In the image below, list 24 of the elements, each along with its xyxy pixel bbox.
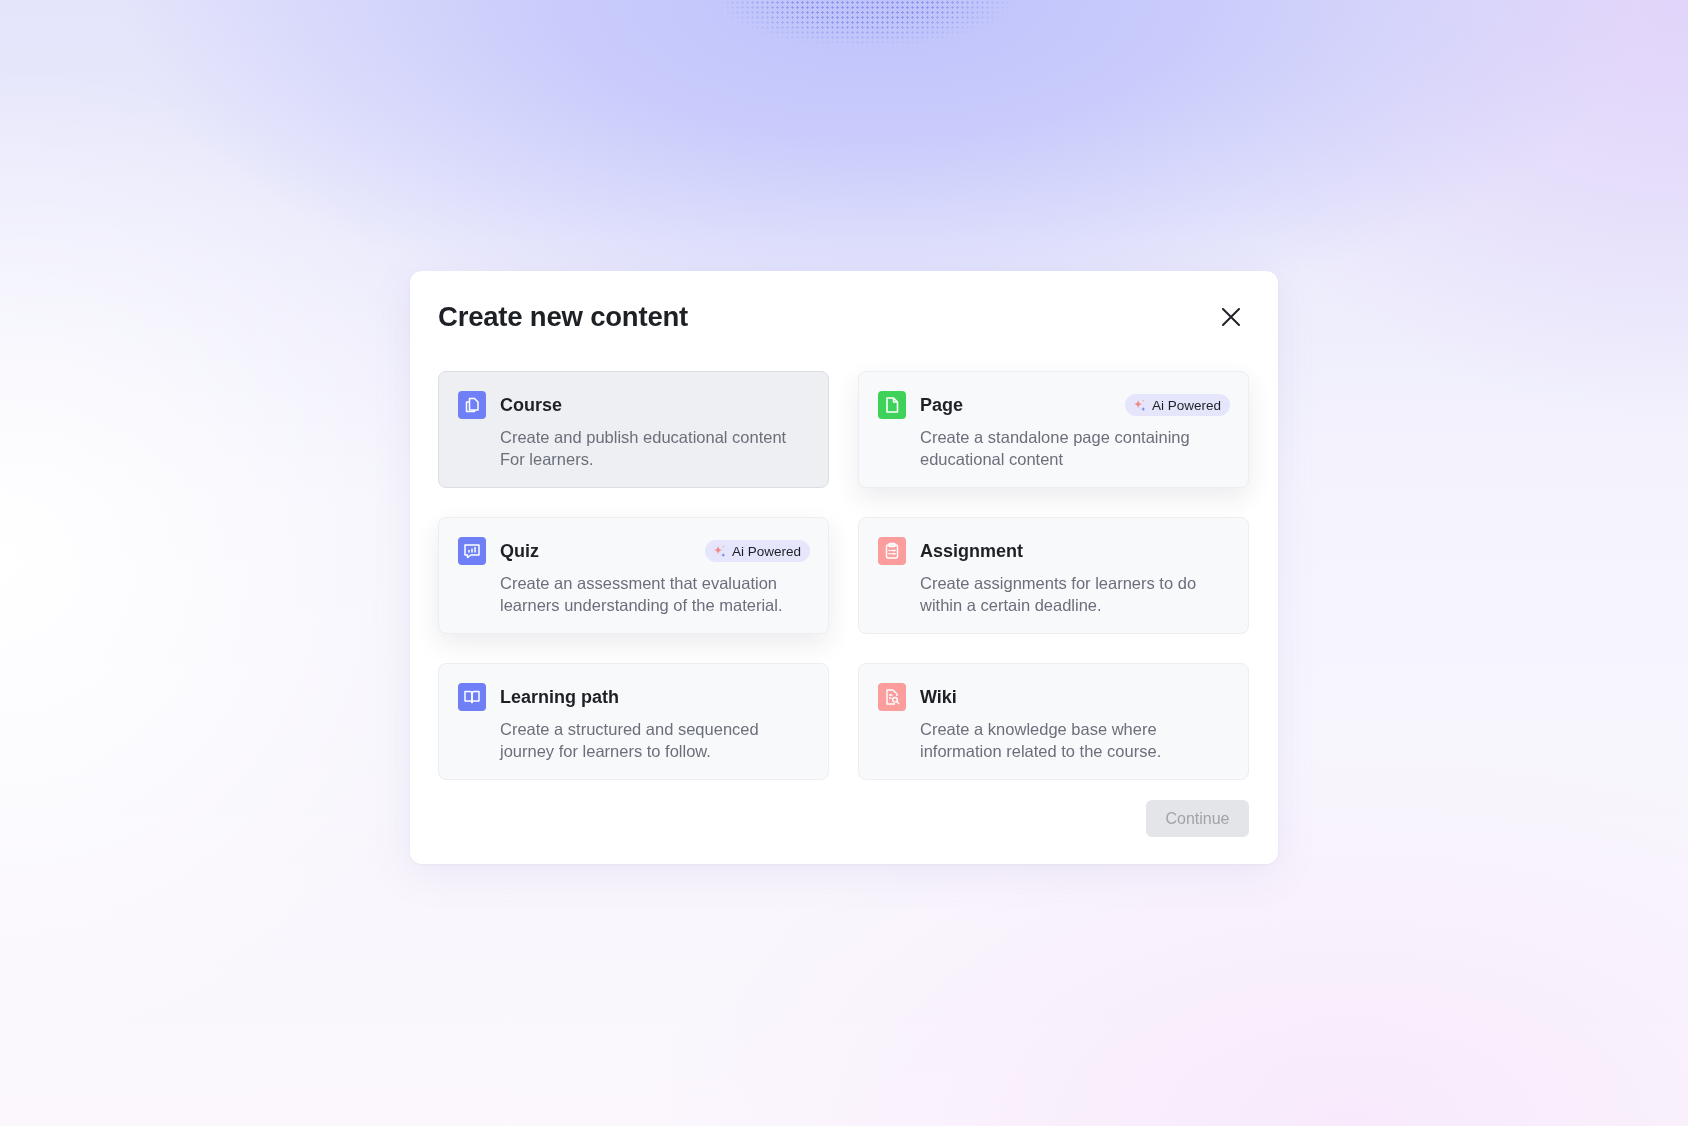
card-title: Learning path (500, 686, 619, 708)
card-description: Create a structured and sequenced journey for learners to follow. (500, 719, 760, 762)
card-description: Create and publish educational content For learners. (500, 427, 788, 470)
card-title: Quiz (500, 540, 539, 562)
sparkle-icon (712, 544, 726, 558)
sparkle-icon (1132, 398, 1146, 412)
card-description: Create assignments for learners to do within a certain deadline. (920, 573, 1198, 616)
card-title: Wiki (920, 686, 957, 708)
card-description: Create an assessment that evaluation learners understanding of the material. (500, 573, 784, 616)
badge-label: Ai Powered (731, 543, 801, 559)
card-description: Create a standalone page containing educational content (920, 427, 1191, 470)
card-title: Assignment (920, 540, 1024, 562)
content-type-card[interactable]: Quiz Ai Powered Create an assessment that evaluation learners understanding of the material. (438, 517, 829, 634)
content-type-card[interactable]: Page Ai Powered Create a standalone page containing educational content (858, 371, 1249, 488)
card-description: Create a knowledge base where information related to the course. (920, 719, 1163, 762)
card-title: Page (920, 394, 964, 416)
card-title: Course (500, 394, 562, 416)
content-type-card[interactable]: Assignment Create assignments for learners to do within a certain deadline. (858, 517, 1249, 634)
content-type-card[interactable]: Course Create and publish educational content For learners. (438, 371, 829, 488)
content-type-card[interactable]: Learning path Create a structured and sequenced journey for learners to follow. (438, 663, 829, 780)
content-type-card[interactable]: Wiki Create a knowledge base where information related to the course. (858, 663, 1249, 780)
badge-label: Ai Powered (1151, 397, 1221, 413)
close-icon (1222, 308, 1240, 326)
dialog-title: Create new content (438, 301, 689, 333)
